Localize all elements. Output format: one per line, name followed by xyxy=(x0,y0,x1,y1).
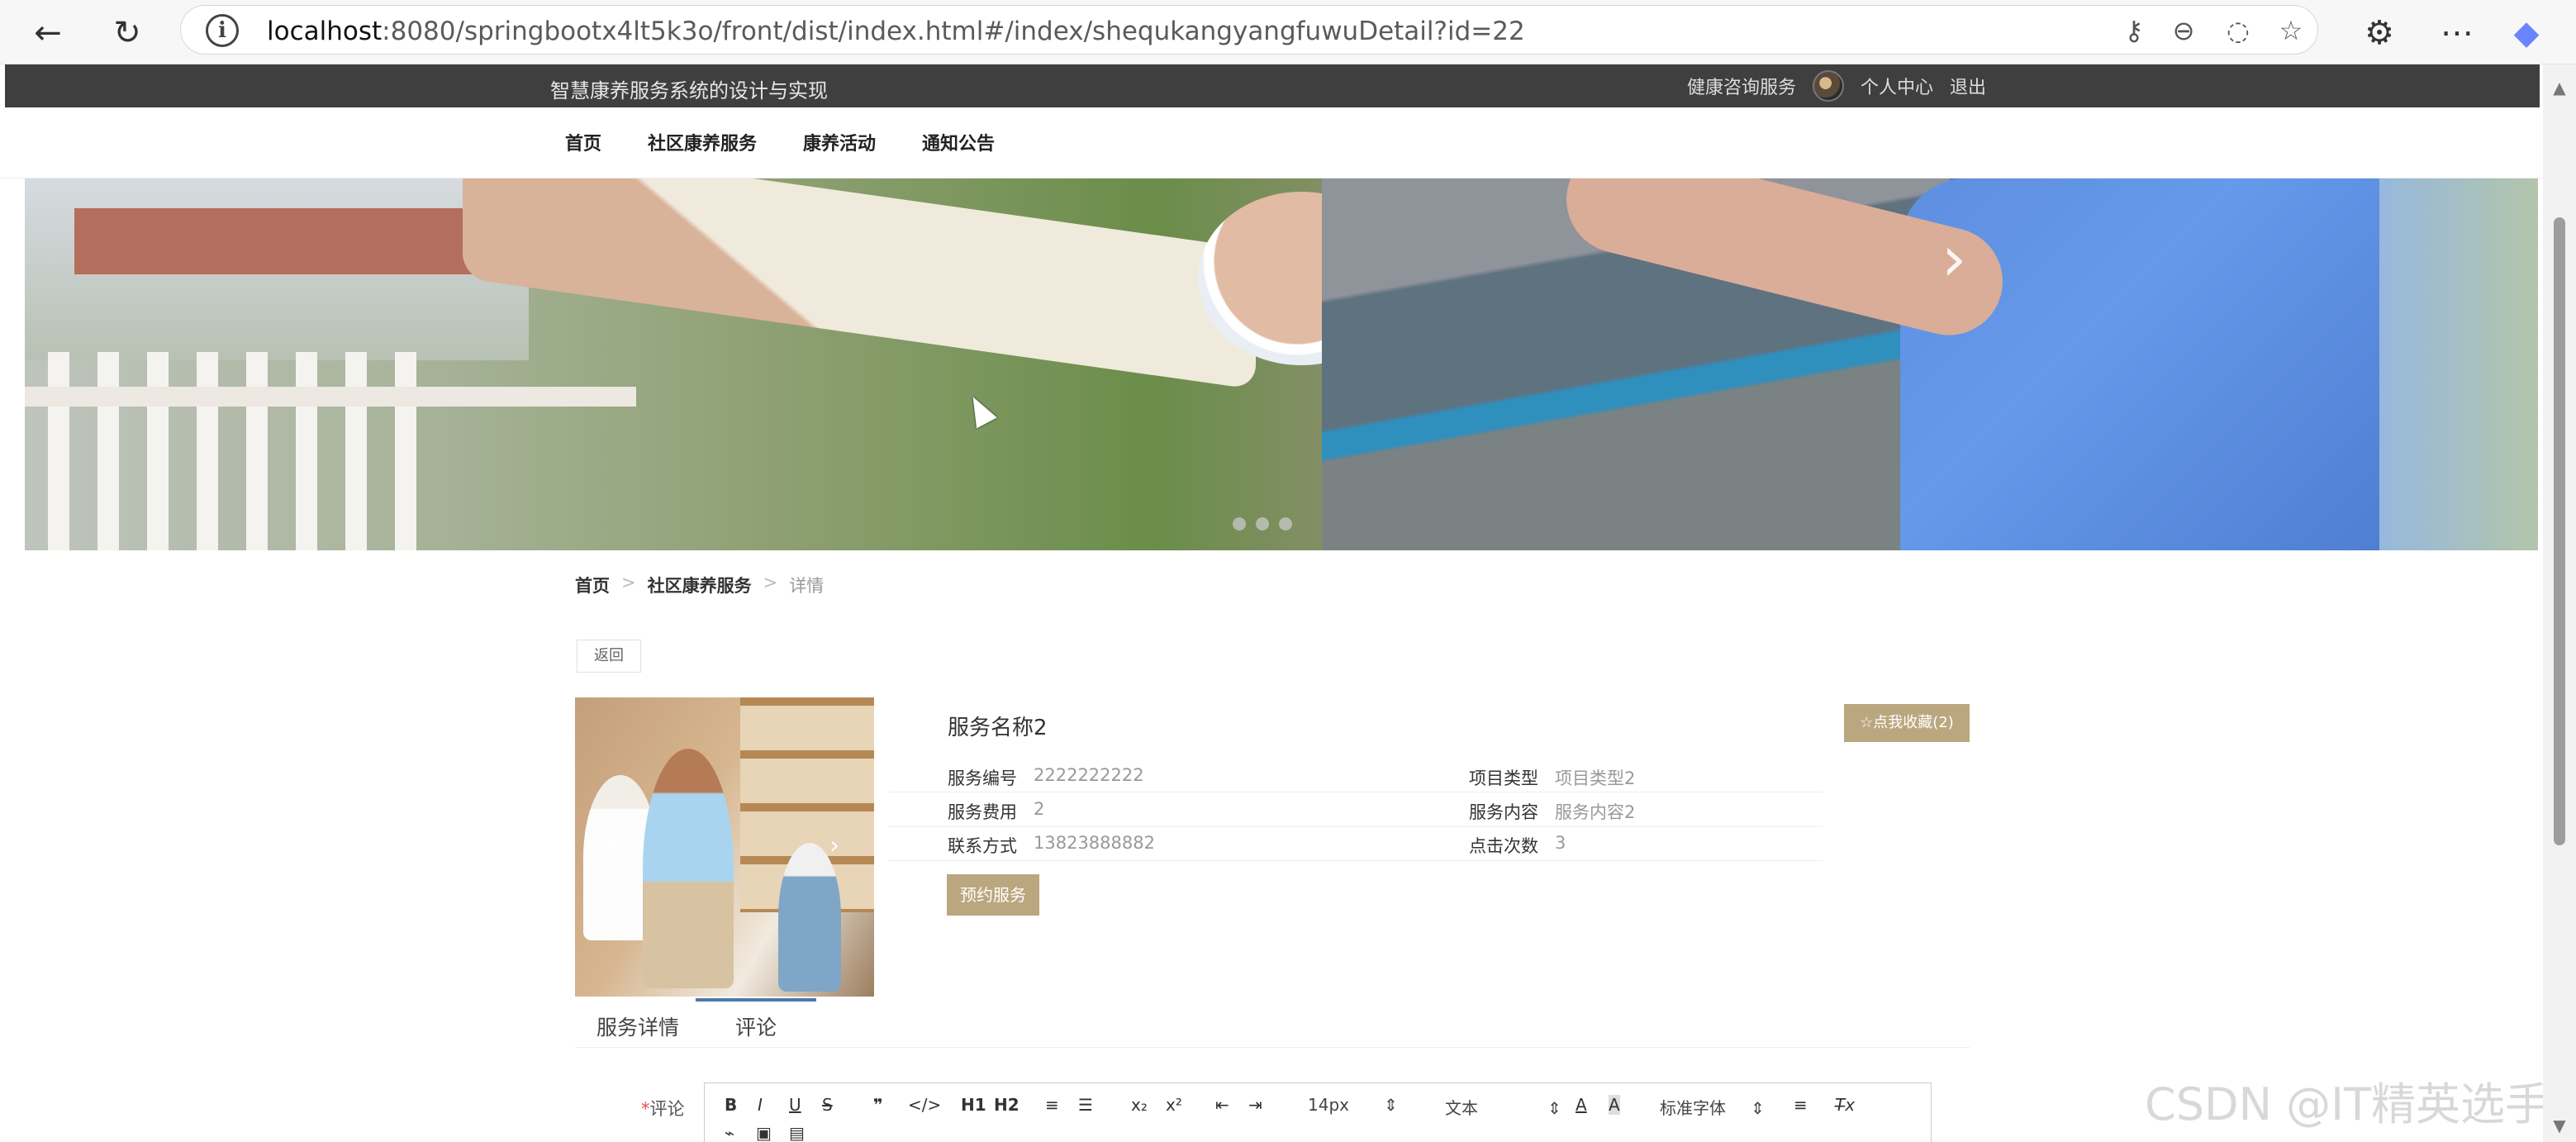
nav-activities[interactable]: 康养活动 xyxy=(803,129,876,155)
site-title: 智慧康养服务系统的设计与实现 xyxy=(550,79,828,102)
divider xyxy=(889,860,1823,861)
field-value: 13823888882 xyxy=(1034,833,1155,853)
field-project-type: 项目类型 项目类型2 xyxy=(1469,765,1635,790)
tab-comments[interactable]: 评论 xyxy=(735,1011,777,1041)
ordered-list-icon[interactable]: ≡ xyxy=(1045,1095,1059,1115)
field-service-content: 服务内容 服务内容2 xyxy=(1469,799,1635,824)
underline-icon[interactable]: U xyxy=(789,1095,801,1115)
rich-text-toolbar: B I U S ❞ </> H1 H2 ≡ ☰ x₂ x² ⇤ ⇥ 14px ⇕ … xyxy=(704,1083,1932,1142)
zoom-out-icon[interactable]: ⊖ xyxy=(2165,12,2202,49)
image-next-arrow-icon[interactable]: › xyxy=(829,831,839,860)
scroll-thumb[interactable] xyxy=(2554,217,2565,845)
bullet-list-icon[interactable]: ☰ xyxy=(1078,1095,1093,1115)
top-links: 健康咨询服务 个人中心 退出 xyxy=(1687,70,1986,102)
field-label: 项目类型 xyxy=(1469,768,1538,788)
copilot-icon[interactable]: ◆ xyxy=(2503,10,2550,56)
field-value: 2222222222 xyxy=(1034,765,1144,785)
back-arrow-icon[interactable]: ← xyxy=(25,10,71,56)
breadcrumb-section[interactable]: 社区康养服务 xyxy=(648,573,752,597)
code-icon[interactable]: </> xyxy=(908,1095,941,1115)
edge-app-icon[interactable]: ◌ xyxy=(2220,12,2256,49)
breadcrumb-separator: > xyxy=(763,573,778,592)
comment-label: *评论 xyxy=(641,1099,685,1119)
font-size-select[interactable]: 14px ⇕ xyxy=(1308,1095,1398,1115)
personal-center-link[interactable]: 个人中心 xyxy=(1861,73,1933,99)
strikethrough-icon[interactable]: S xyxy=(822,1095,833,1115)
divider xyxy=(889,826,1823,827)
nav-notices[interactable]: 通知公告 xyxy=(922,129,995,155)
quote-icon[interactable]: ❞ xyxy=(873,1095,883,1115)
field-service-no: 服务编号 2222222222 xyxy=(948,765,1144,790)
breadcrumb-separator: > xyxy=(621,573,636,592)
subscript-icon[interactable]: x₂ xyxy=(1131,1095,1148,1115)
key-icon[interactable]: ⚷ xyxy=(2116,12,2152,49)
clear-format-icon[interactable]: T̶x xyxy=(1835,1095,1855,1115)
detail-tabs: 服务详情 评论 xyxy=(575,998,1970,1048)
font-color-icon[interactable]: A xyxy=(1576,1095,1587,1115)
nav-community-service[interactable]: 社区康养服务 xyxy=(648,129,757,155)
field-value: 3 xyxy=(1555,833,1566,853)
more-icon[interactable]: ⋯ xyxy=(2434,10,2480,56)
bold-icon[interactable]: B xyxy=(725,1095,737,1115)
breadcrumb: 首页 > 社区康养服务 > 详情 xyxy=(575,573,824,597)
banner-next-arrow-icon[interactable]: › xyxy=(1942,221,1966,295)
align-icon[interactable]: ≡ xyxy=(1794,1095,1808,1115)
browser-toolbar: ← ↻ i localhost:8080/springbootx4lt5k3o/… xyxy=(0,0,2576,64)
book-service-button[interactable]: 预约服务 xyxy=(947,874,1039,916)
hero-banner[interactable]: › xyxy=(25,178,2538,550)
extensions-icon[interactable]: ⚙ xyxy=(2356,10,2403,56)
font-family-select[interactable]: 标准字体 ⇕ xyxy=(1660,1095,1765,1119)
site-top-bar: 智慧康养服务系统的设计与实现 健康咨询服务 个人中心 退出 xyxy=(5,64,2540,107)
banner-dots xyxy=(1233,517,1292,531)
field-label: 服务内容 xyxy=(1469,802,1538,822)
banner-dot[interactable] xyxy=(1256,517,1269,531)
banner-dot[interactable] xyxy=(1233,517,1246,531)
scroll-down-arrow-icon[interactable]: ▼ xyxy=(2551,1117,2568,1134)
background-color-icon[interactable]: A xyxy=(1609,1095,1620,1115)
field-label: 点击次数 xyxy=(1469,836,1538,856)
breadcrumb-home[interactable]: 首页 xyxy=(575,573,610,597)
field-label: 联系方式 xyxy=(948,836,1017,856)
link-icon[interactable]: ⌁ xyxy=(725,1123,734,1142)
heading-2-icon[interactable]: H2 xyxy=(994,1095,1019,1115)
text-style-select[interactable]: 文本 ⇕ xyxy=(1445,1095,1561,1119)
tab-service-detail[interactable]: 服务详情 xyxy=(596,1011,679,1041)
active-tab-indicator xyxy=(696,998,816,1002)
reload-icon[interactable]: ↻ xyxy=(104,10,150,56)
nav-home[interactable]: 首页 xyxy=(565,129,601,155)
logout-link[interactable]: 退出 xyxy=(1950,73,1986,99)
video-icon[interactable]: ▤ xyxy=(789,1123,805,1142)
italic-icon[interactable]: I xyxy=(758,1095,763,1115)
superscript-icon[interactable]: x² xyxy=(1166,1095,1182,1115)
field-label: 服务费用 xyxy=(948,802,1017,822)
field-click-count: 点击次数 3 xyxy=(1469,833,1566,858)
scroll-up-arrow-icon[interactable]: ▲ xyxy=(2551,79,2568,96)
banner-dot[interactable] xyxy=(1279,517,1292,531)
consult-link[interactable]: 健康咨询服务 xyxy=(1687,73,1796,99)
breadcrumb-current: 详情 xyxy=(789,576,825,596)
field-value: 2 xyxy=(1034,799,1045,819)
main-nav: 首页 社区康养服务 康养活动 通知公告 xyxy=(0,107,2576,178)
back-button[interactable]: 返回 xyxy=(577,640,641,673)
url-text[interactable]: localhost:8080/springbootx4lt5k3o/front/… xyxy=(267,17,1525,46)
avatar[interactable] xyxy=(1812,70,1844,102)
image-prev-arrow-icon[interactable]: ‹ xyxy=(606,831,616,860)
service-name: 服务名称2 xyxy=(948,716,1048,740)
heading-1-icon[interactable]: H1 xyxy=(961,1095,986,1115)
favorite-star-icon[interactable]: ☆ xyxy=(2273,12,2309,49)
field-value: 服务内容2 xyxy=(1555,802,1636,822)
site-info-icon[interactable]: i xyxy=(206,14,239,47)
address-bar[interactable]: i localhost:8080/springbootx4lt5k3o/fron… xyxy=(180,5,2318,55)
service-image[interactable]: ‹ › xyxy=(575,697,874,997)
field-contact: 联系方式 13823888882 xyxy=(948,833,1155,858)
favorite-button[interactable]: ☆点我收藏(2) xyxy=(1844,704,1970,742)
indent-icon[interactable]: ⇥ xyxy=(1248,1095,1262,1115)
watermark: CSDN @IT精英选手 xyxy=(2145,1078,2550,1130)
field-label: 服务编号 xyxy=(948,768,1017,788)
page-scrollbar[interactable]: ▲ ▼ xyxy=(2543,64,2576,1142)
field-service-fee: 服务费用 2 xyxy=(948,799,1044,824)
field-value: 项目类型2 xyxy=(1555,768,1636,788)
image-icon[interactable]: ▣ xyxy=(756,1123,772,1142)
outdent-icon[interactable]: ⇤ xyxy=(1215,1095,1229,1115)
